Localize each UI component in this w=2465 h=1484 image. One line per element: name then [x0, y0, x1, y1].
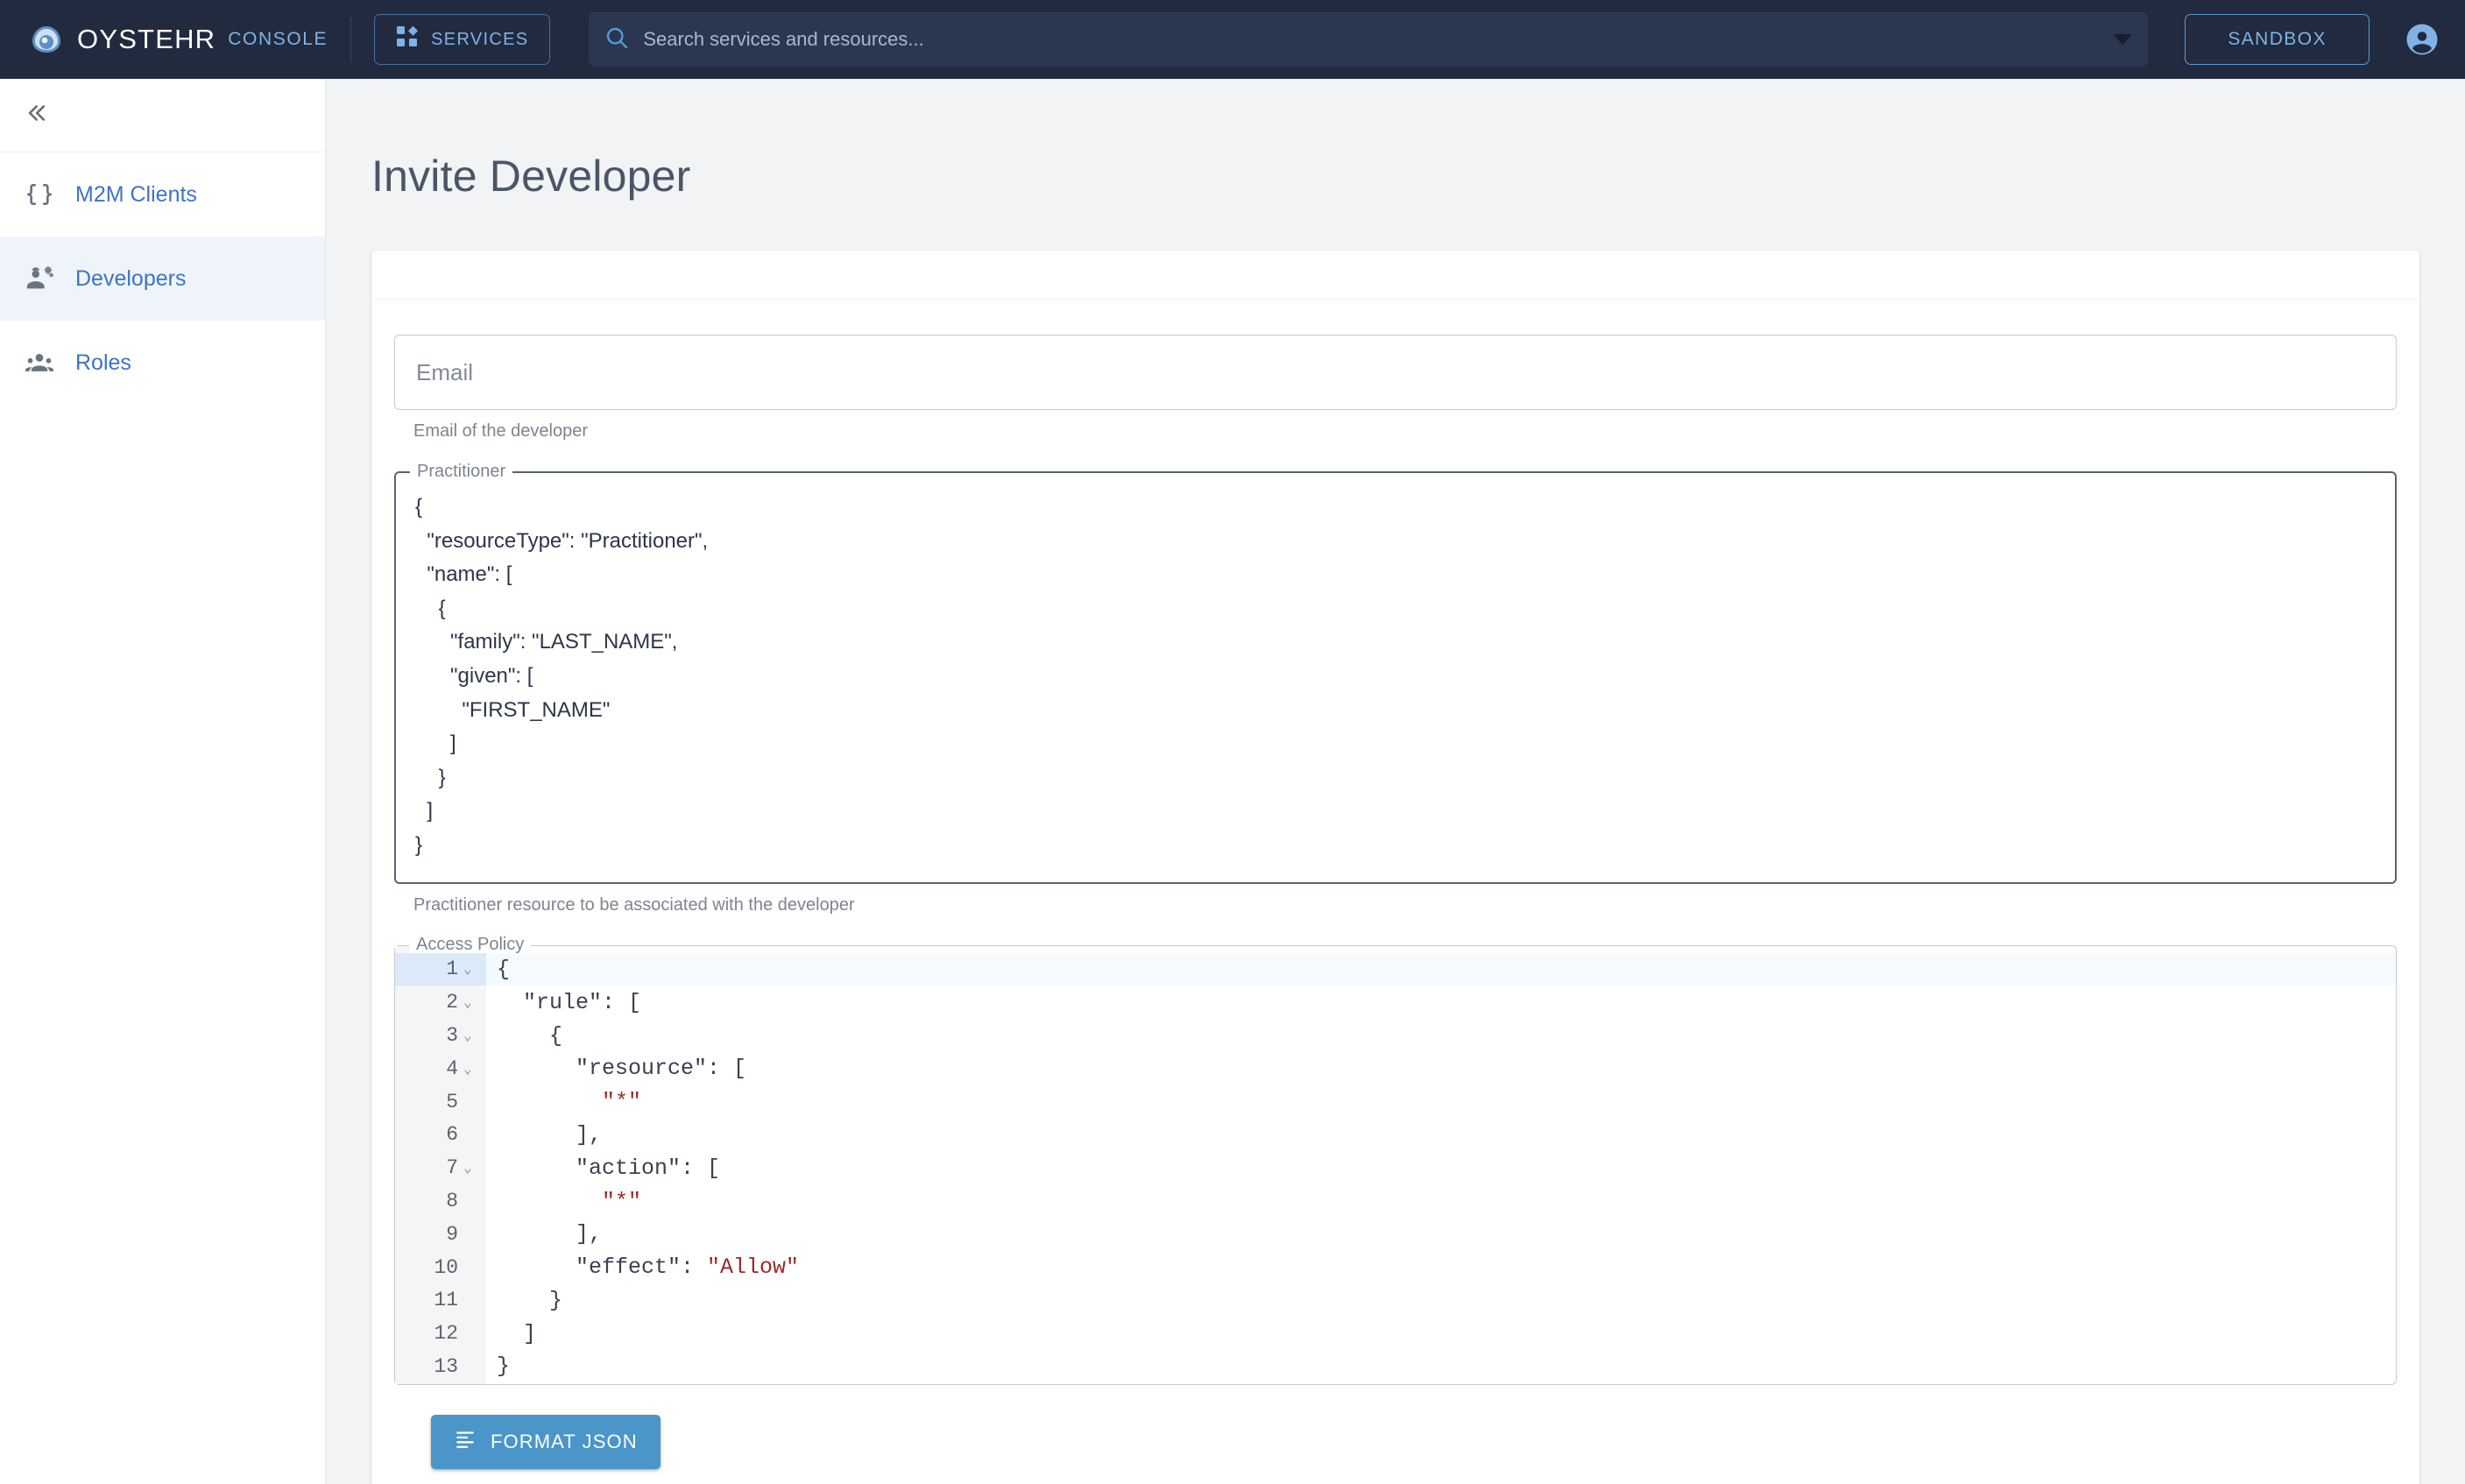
editor-line-number: 12 — [434, 1322, 458, 1346]
editor-code-line[interactable]: "rule": [ — [486, 986, 2396, 1019]
sidebar-item-label: Developers — [75, 265, 187, 291]
brand-logo-group[interactable]: OYSTEHR CONSOLE — [28, 21, 328, 58]
main-content-area: Invite Developer Email of the developer … — [326, 79, 2465, 1484]
code-token: "*" — [602, 1089, 642, 1115]
editor-code-line[interactable]: } — [486, 1284, 2396, 1318]
code-token: ] — [497, 1320, 537, 1346]
editor-line-number: 1 ⌄ — [395, 952, 486, 986]
code-token: } — [497, 1287, 563, 1313]
groups-people-icon — [23, 346, 56, 379]
code-token: } — [497, 1353, 511, 1380]
code-token: ], — [497, 1121, 603, 1148]
sidebar-item-label: Roles — [75, 350, 131, 375]
editor-code-line[interactable]: "resource": [ — [486, 1052, 2396, 1085]
format-json-button[interactable]: FORMAT JSON — [431, 1414, 660, 1469]
practitioner-field[interactable]: Practitioner { "resourceType": "Practiti… — [394, 463, 2397, 884]
editor-line-number: 9 — [446, 1222, 458, 1246]
editor-code-line[interactable]: "*" — [486, 1085, 2396, 1119]
engineering-person-icon — [23, 262, 56, 295]
email-input[interactable] — [416, 358, 2375, 386]
editor-line-number: 6 — [446, 1123, 458, 1147]
grid-shapes-icon — [396, 25, 419, 53]
sidebar-item-label: M2M Clients — [75, 181, 197, 207]
brand-name: OYSTEHR — [77, 24, 216, 54]
practitioner-json-textarea[interactable]: { "resourceType": "Practitioner", "name"… — [396, 473, 2395, 882]
chevron-down-fold-icon[interactable]: ⌄ — [463, 1159, 476, 1177]
code-token: { — [497, 1022, 563, 1049]
editor-line-number: 8 — [446, 1190, 458, 1212]
editor-code-line[interactable]: "effect": "Allow" — [486, 1251, 2396, 1284]
sidebar-item-roles[interactable]: Roles — [0, 321, 325, 405]
sidebar-navigation: M2M Clients Developers Roles — [0, 79, 326, 1484]
services-button[interactable]: SERVICES — [374, 14, 551, 65]
sidebar-item-developers[interactable]: Developers — [0, 237, 325, 321]
editor-line-number: 4 ⌄ — [395, 1052, 486, 1085]
editor-code-line[interactable]: ] — [486, 1317, 2396, 1350]
search-icon — [604, 25, 629, 54]
environment-selector-button[interactable]: SANDBOX — [2185, 14, 2370, 65]
global-search-bar[interactable] — [589, 12, 2149, 67]
editor-line-number-gutter: 1 ⌄ 2 ⌄ 3 ⌄ 4 ⌄ 5 6 7 ⌄ 8 9 10 11 12 13 — [395, 945, 486, 1384]
chevron-double-left-icon — [23, 100, 49, 131]
invite-developer-form: Email of the developer Practitioner { "r… — [371, 300, 2419, 1484]
invite-developer-card: Email of the developer Practitioner { "r… — [371, 251, 2419, 1484]
sidebar-item-m2m-clients[interactable]: M2M Clients — [0, 152, 325, 237]
format-align-left-icon — [454, 1428, 477, 1456]
editor-code-line[interactable]: { — [486, 1019, 2396, 1052]
practitioner-helper-text: Practitioner resource to be associated w… — [413, 894, 855, 915]
code-token: "rule": [ — [497, 989, 642, 1015]
editor-code-line[interactable]: ], — [486, 1218, 2396, 1251]
code-token: "*" — [602, 1188, 642, 1214]
editor-code-line[interactable]: { — [486, 952, 2396, 986]
code-token: { — [497, 956, 511, 982]
editor-code-line[interactable]: } — [486, 1350, 2396, 1383]
code-token: "action": [ — [497, 1155, 721, 1181]
code-token: "effect": — [497, 1254, 708, 1281]
brand-subtitle: CONSOLE — [228, 29, 328, 49]
chevron-down-fold-icon[interactable]: ⌄ — [463, 1027, 476, 1044]
editor-line-number: 3 ⌄ — [395, 1019, 486, 1052]
editor-code-line[interactable]: "*" — [486, 1184, 2396, 1218]
access-policy-field[interactable]: Access Policy 1 ⌄ 2 ⌄ 3 ⌄ 4 ⌄ 5 6 7 ⌄ 8 9 10 11 12 13 { "… — [394, 935, 2397, 1385]
code-token: ], — [497, 1221, 603, 1247]
editor-code-lines[interactable]: { "rule": [ { "resource": [ "*" ], "acti… — [486, 946, 2396, 1384]
search-input[interactable] — [643, 28, 2114, 51]
code-token: "Allow" — [707, 1254, 800, 1281]
email-field[interactable] — [394, 335, 2397, 410]
editor-line-number: 5 — [446, 1090, 458, 1113]
editor-line-number: 13 — [434, 1354, 458, 1378]
top-navigation-bar: OYSTEHR CONSOLE SERVICES SANDBOX — [0, 0, 2465, 79]
editor-line-number: 2 ⌄ — [395, 986, 486, 1019]
editor-code-line[interactable]: "action": [ — [486, 1151, 2396, 1184]
chevron-down-icon[interactable] — [2113, 34, 2133, 45]
editor-line-number: 7 ⌄ — [395, 1151, 486, 1184]
page-title: Invite Developer — [371, 152, 691, 201]
chevron-down-fold-icon[interactable]: ⌄ — [463, 993, 476, 1011]
editor-line-number: 10 — [434, 1255, 458, 1279]
chevron-down-fold-icon[interactable]: ⌄ — [463, 960, 476, 978]
editor-line-number: 11 — [434, 1289, 458, 1312]
chevron-down-fold-icon[interactable]: ⌄ — [463, 1060, 476, 1078]
sidebar-collapse-button[interactable] — [0, 79, 325, 152]
card-header-divider — [371, 251, 2419, 300]
editor-code-line[interactable]: ], — [486, 1119, 2396, 1152]
access-policy-code-editor[interactable]: 1 ⌄ 2 ⌄ 3 ⌄ 4 ⌄ 5 6 7 ⌄ 8 9 10 11 12 13 { "rule": [ { "re… — [395, 945, 2396, 1384]
code-braces-icon — [23, 178, 56, 211]
practitioner-field-legend: Practitioner — [410, 463, 513, 480]
environment-label: SANDBOX — [2228, 29, 2327, 49]
email-helper-text: Email of the developer — [413, 421, 589, 441]
format-json-button-label: FORMAT JSON — [491, 1430, 638, 1452]
services-button-label: SERVICES — [431, 29, 529, 49]
code-token: "resource": [ — [497, 1056, 747, 1082]
account-circle-icon[interactable] — [2403, 20, 2441, 59]
oyster-pearl-logo-icon — [28, 21, 65, 58]
header-divider — [350, 17, 352, 62]
